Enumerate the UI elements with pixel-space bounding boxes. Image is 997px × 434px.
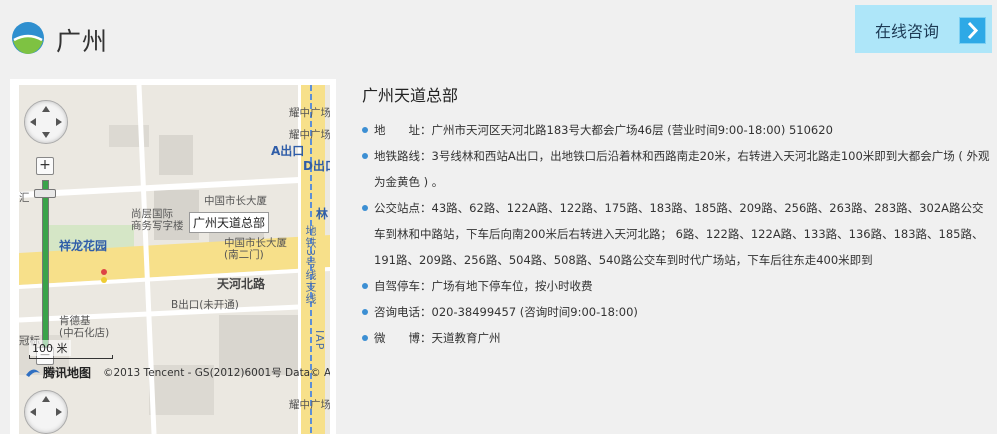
office-title: 广州天道总部 xyxy=(362,86,459,105)
info-bus: 公交站点：43路、62路、122A路、122路、175路、183路、185路、2… xyxy=(362,195,994,273)
map-label: 汇 xyxy=(19,192,30,204)
info-value: 020-38499457 (咨询时间9:00-18:00) xyxy=(431,305,638,319)
map-scale: 100 米 xyxy=(29,340,71,356)
map-label: (中石化店) xyxy=(59,327,110,339)
map-label-metro: 地铁3号线支线 xyxy=(304,225,317,305)
info-label: 地铁路线： xyxy=(374,149,432,163)
city-title: 广州 xyxy=(56,27,109,56)
info-parking: 自驾停车：广场有地下停车位，按小时收费 xyxy=(362,273,994,299)
office-marker-label[interactable]: 广州天道总部 xyxy=(189,212,270,233)
map-label: (南二门) xyxy=(224,249,264,261)
map-frame: 耀中广场 A出口 D出口 耀中广场 中国市长大厦 尚层国际 商务写字楼 广州天道… xyxy=(10,79,336,434)
bullet-icon xyxy=(362,127,368,133)
info-label: 自驾停车： xyxy=(374,279,432,293)
map-label: 中国市长大厦 xyxy=(204,195,267,207)
info-value: 43路、62路、122A路、122路、175路、183路、185路、209路、2… xyxy=(374,201,984,267)
bullet-icon xyxy=(362,335,368,341)
info-weibo: 微 博：天道教育广州 xyxy=(362,325,994,351)
online-consult-button[interactable]: 在线咨询 xyxy=(855,5,992,53)
info-value[interactable]: 天道教育广州 xyxy=(432,331,501,345)
info-label: 微 博： xyxy=(374,331,432,345)
map-scale-bar xyxy=(29,355,113,359)
map-label-park: 祥龙花园 xyxy=(59,239,108,253)
info-label: 地 址： xyxy=(374,123,432,137)
map-copyright: ©2013 Tencent - GS(2012)6001号 Data© Auto xyxy=(103,367,330,379)
map-label-exit-d: D出口 xyxy=(303,159,330,173)
info-label: 咨询电话： xyxy=(374,305,432,319)
bullet-icon xyxy=(362,283,368,289)
info-value: 3号线林和西站A出口，出地铁口后沿着林和西路南走20米，右转进入天河北路走100… xyxy=(374,149,990,189)
map-label: IAP xyxy=(313,330,326,351)
info-phone: 咨询电话：020-38499457 (咨询时间9:00-18:00) xyxy=(362,299,994,325)
info-address: 地 址：广州市天河区天河北路183号大都会广场46层 (营业时间9:00-18:… xyxy=(362,117,994,143)
map-label: 耀中广场 xyxy=(289,107,330,119)
bullet-icon xyxy=(362,153,368,159)
company-logo xyxy=(11,21,45,55)
info-label: 公交站点： xyxy=(374,201,432,215)
map-label-road: 天河北路 xyxy=(217,277,266,291)
chevron-right-icon xyxy=(959,17,986,44)
info-value: 广州市天河区天河北路183号大都会广场46层 (营业时间9:00-18:00) … xyxy=(431,123,833,137)
online-consult-label: 在线咨询 xyxy=(875,22,940,41)
map-brand[interactable]: 腾讯地图 xyxy=(25,364,91,381)
zoom-slider-handle[interactable] xyxy=(34,189,56,198)
map-pan-control-secondary[interactable] xyxy=(24,390,68,434)
info-value: 广场有地下停车位，按小时收费 xyxy=(431,279,593,293)
map-label: 林 xyxy=(316,207,329,221)
map-label: 耀中广场 xyxy=(289,399,330,411)
map-label-exit-a: A出口 xyxy=(271,144,305,158)
bullet-icon xyxy=(362,309,368,315)
map-label: B出口(未开通) xyxy=(171,299,239,311)
map-label: 耀中广场 xyxy=(289,129,330,141)
location-map[interactable]: 耀中广场 A出口 D出口 耀中广场 中国市长大厦 尚层国际 商务写字楼 广州天道… xyxy=(19,85,330,434)
tencent-map-icon xyxy=(26,368,40,377)
office-info-list: 地 址：广州市天河区天河北路183号大都会广场46层 (营业时间9:00-18:… xyxy=(362,117,994,351)
map-pan-control[interactable] xyxy=(24,100,68,144)
zoom-slider-track[interactable] xyxy=(42,180,49,350)
bullet-icon xyxy=(362,205,368,211)
map-label: 商务写字楼 xyxy=(131,220,184,232)
zoom-in-button[interactable]: + xyxy=(36,157,54,175)
map-brand-label: 腾讯地图 xyxy=(43,366,92,380)
info-metro: 地铁路线：3号线林和西站A出口，出地铁口后沿着林和西路南走20米，右转进入天河北… xyxy=(362,143,994,195)
